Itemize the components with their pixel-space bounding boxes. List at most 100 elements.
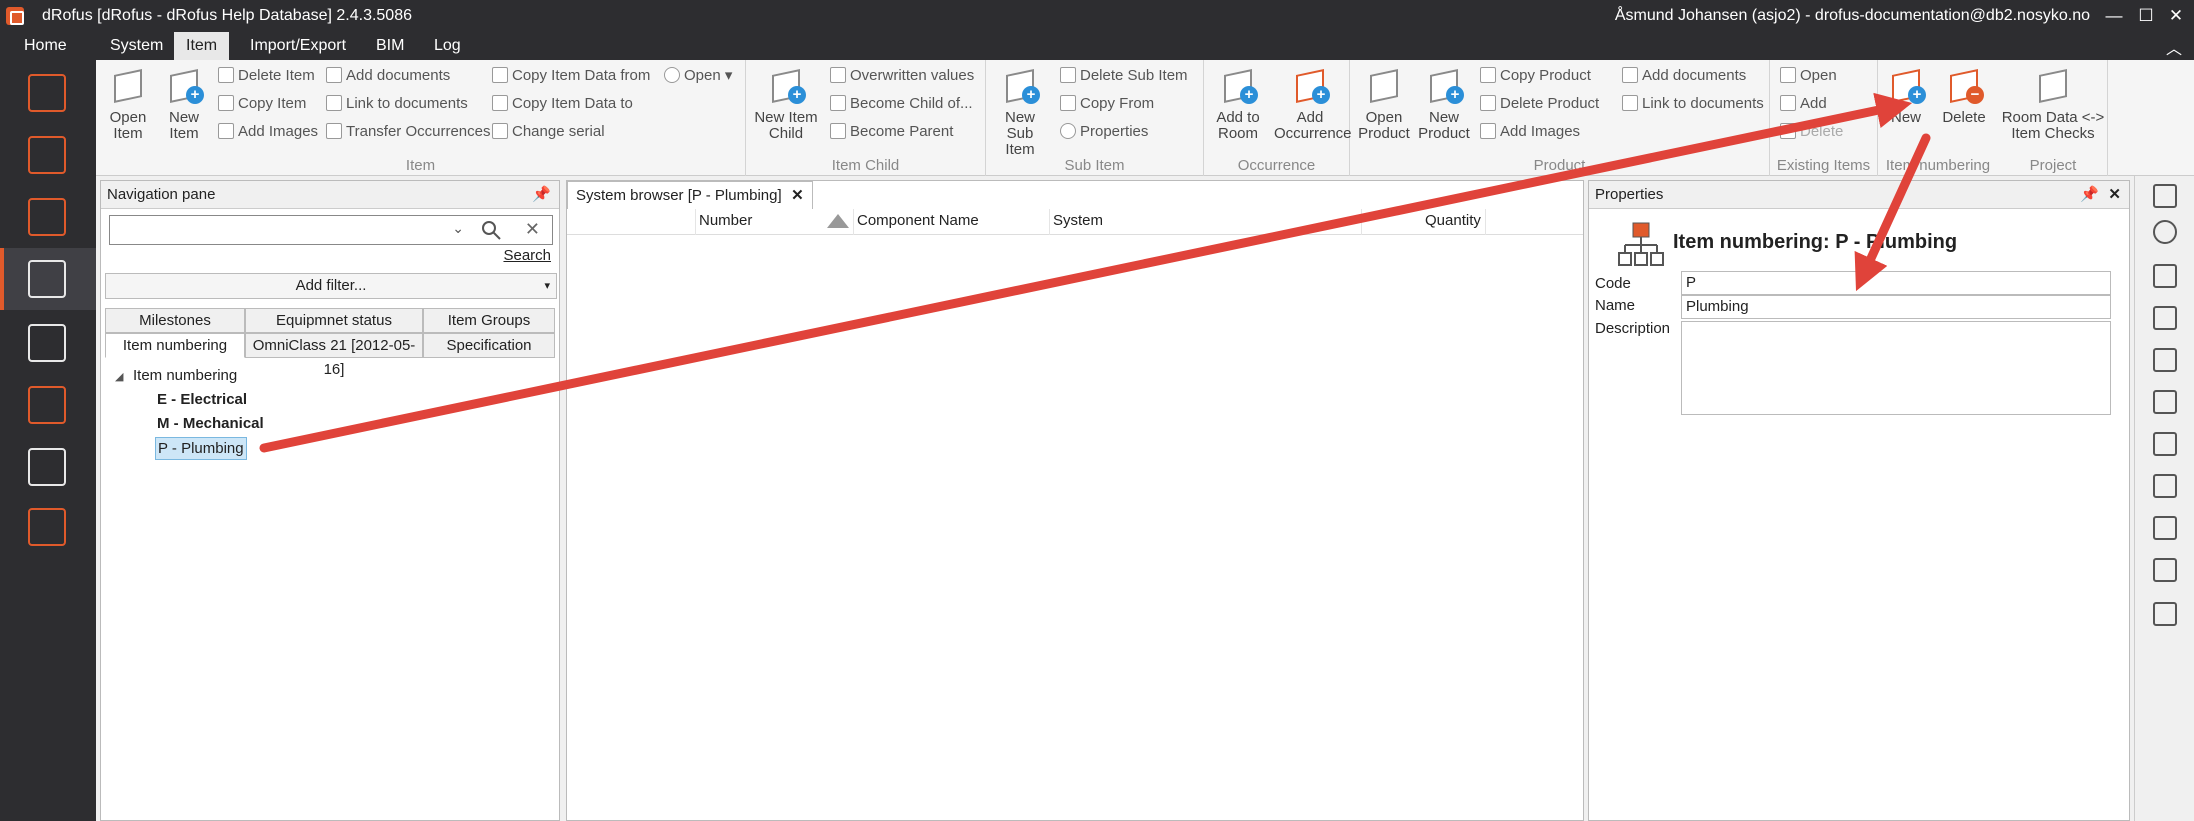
clear-icon[interactable]: ✕: [525, 219, 540, 240]
tab-log[interactable]: Log: [422, 32, 473, 60]
tab-milestones[interactable]: Milestones: [105, 308, 245, 333]
code-field[interactable]: P: [1681, 271, 2111, 295]
tab-bim[interactable]: BIM: [364, 32, 416, 60]
tab-item-groups[interactable]: Item Groups: [423, 308, 555, 333]
search-icon[interactable]: [480, 219, 502, 241]
ribbon-group-item-child: + New Item Child Overwritten values Beco…: [746, 60, 986, 176]
tab-item[interactable]: Item: [174, 32, 230, 60]
module-buildings-button[interactable]: [0, 374, 96, 436]
module-products-button[interactable]: [0, 186, 96, 248]
change-serial-button[interactable]: Change serial: [492, 121, 605, 143]
existing-delete-button[interactable]: Delete: [1780, 121, 1843, 143]
pin-icon[interactable]: 📌: [532, 181, 551, 209]
maximize-button[interactable]: ☐: [2134, 4, 2158, 28]
existing-add-button[interactable]: Add: [1780, 93, 1827, 115]
history-panel-button[interactable]: [2149, 598, 2181, 630]
tree-item-mechanical[interactable]: M - Mechanical: [157, 415, 264, 432]
open-item-button[interactable]: Open Item: [98, 66, 158, 142]
add-occurrence-button[interactable]: + Add Occurrence: [1274, 66, 1352, 142]
become-parent-button[interactable]: Become Parent: [830, 121, 953, 143]
tab-item-numbering[interactable]: Item numbering: [105, 333, 245, 358]
module-project-button[interactable]: [0, 62, 96, 124]
column-quantity[interactable]: Quantity: [1425, 212, 1481, 229]
delete-item-button[interactable]: Delete Item: [218, 65, 315, 87]
pyramid-panel-button[interactable]: [2149, 428, 2181, 460]
copy-from-button[interactable]: Copy From: [1060, 93, 1154, 115]
tab-system[interactable]: System: [98, 32, 175, 60]
existing-open-button[interactable]: Open: [1780, 65, 1837, 87]
tree-item-plumbing[interactable]: P - Plumbing: [155, 437, 247, 460]
tab-equipment-status[interactable]: Equipmnet status: [245, 308, 423, 333]
room-data-checks-button[interactable]: Room Data <-> Item Checks: [2000, 66, 2106, 142]
shapes-icon: [2153, 390, 2177, 414]
link-documents-button[interactable]: Link to documents: [326, 93, 468, 115]
items-panel-button[interactable]: [2149, 302, 2181, 334]
module-items-button[interactable]: [0, 248, 96, 310]
search-input[interactable]: ⌄ ✕: [109, 215, 553, 245]
new-product-button[interactable]: + New Product: [1414, 66, 1474, 142]
copy-item-button[interactable]: Copy Item: [218, 93, 306, 115]
new-item-button[interactable]: + New Item: [154, 66, 214, 142]
name-field[interactable]: Plumbing: [1681, 295, 2111, 319]
product-add-images-button[interactable]: Add Images: [1480, 121, 1580, 143]
copy-data-from-button[interactable]: Copy Item Data from: [492, 65, 650, 87]
numbering-delete-button[interactable]: − Delete: [1936, 66, 1992, 126]
navigation-pane-title: Navigation pane: [107, 186, 216, 203]
tab-import-export[interactable]: Import/Export: [238, 32, 358, 60]
ribbon-group-item-child-label: Item Child: [831, 157, 900, 174]
transfer-occurrences-button[interactable]: Transfer Occurrences: [326, 121, 491, 143]
system-browser-tab[interactable]: System browser [P - Plumbing] ✕: [567, 181, 813, 209]
collapse-ribbon-button[interactable]: ︿: [2166, 35, 2182, 59]
tab-specification[interactable]: Specification: [423, 333, 555, 358]
products-panel-button[interactable]: [2149, 344, 2181, 376]
numbering-new-button[interactable]: + New: [1878, 66, 1934, 126]
info-icon: [1060, 123, 1076, 139]
tab-omniclass[interactable]: OmniClass 21 [2012-05-16]: [245, 333, 423, 378]
add-images-button[interactable]: Add Images: [218, 121, 318, 143]
add-filter-dropdown[interactable]: Add filter...: [105, 273, 557, 299]
delete-sub-item-button[interactable]: Delete Sub Item: [1060, 65, 1188, 87]
overwritten-values-button[interactable]: Overwritten values: [830, 65, 974, 87]
module-catalog-button[interactable]: [0, 436, 96, 498]
module-rooms-button[interactable]: [0, 124, 96, 186]
properties-button[interactable]: Properties: [1060, 121, 1148, 143]
collapse-triangle-icon[interactable]: ◢: [115, 370, 123, 383]
column-component-name[interactable]: Component Name: [857, 212, 979, 229]
description-field[interactable]: [1681, 321, 2111, 415]
new-item-child-button[interactable]: + New Item Child: [750, 66, 822, 142]
add-to-room-button[interactable]: + Add to Room: [1208, 66, 1268, 142]
image-icon: [218, 123, 234, 139]
new-sub-item-button[interactable]: + New Sub Item: [990, 66, 1050, 158]
attachments-panel-button[interactable]: [2149, 512, 2181, 544]
delete-product-button[interactable]: Delete Product: [1480, 93, 1599, 115]
add-documents-button[interactable]: Add documents: [326, 65, 450, 87]
pin-icon[interactable]: 📌: [2080, 181, 2099, 209]
module-reports-button[interactable]: [0, 496, 96, 558]
minimize-button[interactable]: —: [2102, 4, 2126, 28]
camera-panel-button[interactable]: [2149, 554, 2181, 586]
tree-item-electrical[interactable]: E - Electrical: [157, 391, 247, 408]
become-child-button[interactable]: Become Child of...: [830, 93, 973, 115]
layout-menu-button[interactable]: [2149, 180, 2181, 212]
product-link-documents-button[interactable]: Link to documents: [1622, 93, 1764, 115]
column-system[interactable]: System: [1053, 212, 1103, 229]
product-add-documents-button[interactable]: Add documents: [1622, 65, 1746, 87]
close-icon[interactable]: ✕: [791, 182, 804, 210]
copy-product-button[interactable]: Copy Product: [1480, 65, 1591, 87]
column-number[interactable]: Number: [699, 212, 752, 229]
info-panel-button[interactable]: [2149, 216, 2181, 248]
open-dropdown-button[interactable]: Open ▾: [664, 65, 732, 87]
close-icon[interactable]: ✕: [2108, 181, 2121, 209]
sort-ascending-icon[interactable]: [827, 214, 849, 228]
copy-data-to-button[interactable]: Copy Item Data to: [492, 93, 633, 115]
tab-home[interactable]: Home: [12, 32, 79, 60]
box-panel-button[interactable]: [2149, 470, 2181, 502]
close-window-button[interactable]: ✕: [2164, 4, 2188, 28]
shapes-panel-button[interactable]: [2149, 386, 2181, 418]
chevron-down-icon[interactable]: ⌄: [452, 220, 464, 237]
hierarchy-panel-button[interactable]: [2149, 260, 2181, 292]
module-documents-button[interactable]: [0, 312, 96, 374]
search-link[interactable]: Search: [503, 247, 551, 264]
open-product-button[interactable]: Open Product: [1354, 66, 1414, 142]
tree-root[interactable]: Item numbering: [133, 367, 237, 384]
